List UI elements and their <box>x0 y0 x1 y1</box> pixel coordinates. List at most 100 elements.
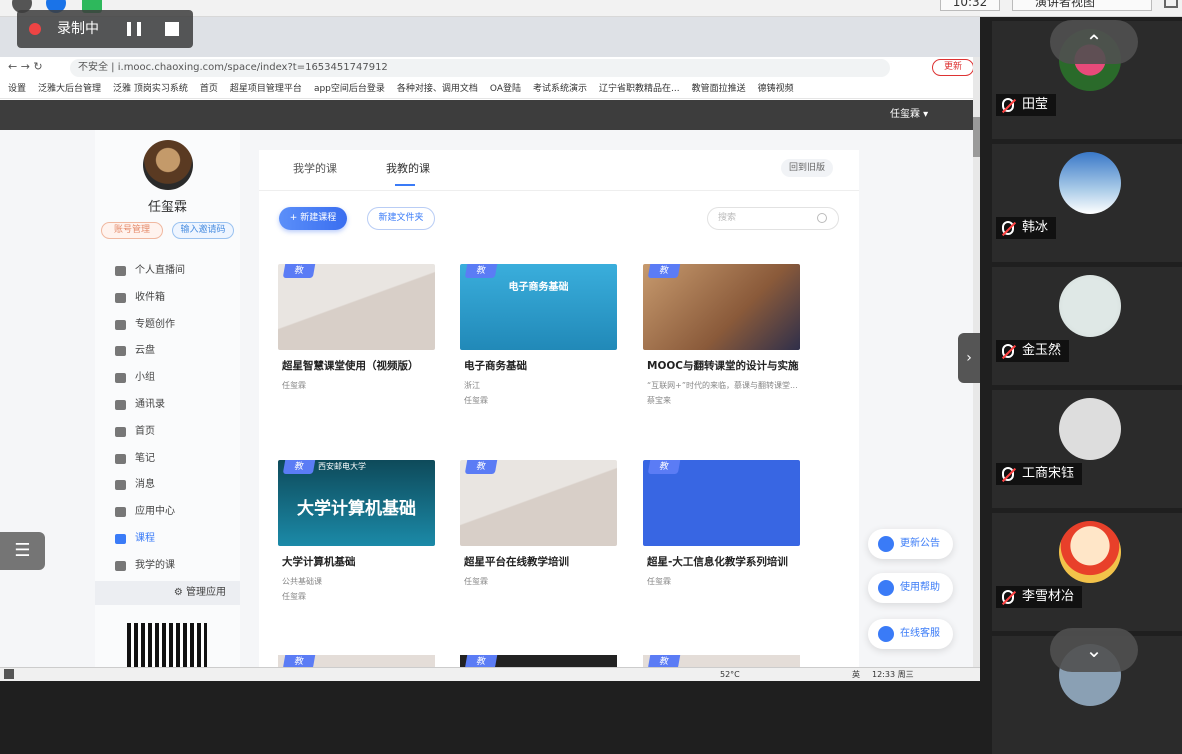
bookmark-item[interactable]: 辽宁省职教精品在... <box>599 84 680 94</box>
bookmark-item[interactable]: 泛雅大后台管理 <box>38 84 101 94</box>
view-mode-button[interactable]: 演讲者视图 <box>1012 0 1152 11</box>
sidebar-item[interactable]: 小组 <box>115 365 235 391</box>
course-title[interactable]: 超星-大工信息化教学系列培训 <box>647 554 807 569</box>
invite-code-button[interactable]: 输入邀请码 <box>172 222 234 239</box>
nav-arrows-icon[interactable]: ← → ↻ <box>8 60 43 73</box>
browser-update-button[interactable]: 更新 <box>932 59 974 76</box>
sidebar-item[interactable]: 消息 <box>115 472 235 498</box>
bookmark-item[interactable]: app空间后台登录 <box>314 84 385 94</box>
windows-start-icon[interactable] <box>4 669 14 679</box>
url-text: i.mooc.chaoxing.com/space/index?t=165345… <box>117 62 388 73</box>
course-card[interactable]: 大学计算机基础 西安邮电大学教大学计算机基础 公共基础课 任玺霖 <box>278 460 435 640</box>
participant-tile[interactable]: 韩冰 <box>992 144 1182 262</box>
bookmark-item[interactable]: 超星项目管理平台 <box>230 84 302 94</box>
course-card[interactable]: 教超星智慧课堂使用（视频版） 任玺霖 <box>278 264 435 444</box>
course-card[interactable]: 教超星-大工信息化教学系列培训 任玺霖 <box>643 460 800 640</box>
pause-icon[interactable] <box>127 22 141 36</box>
course-title[interactable]: 超星智慧课堂使用（视频版） <box>282 358 442 373</box>
menu-list-icon[interactable]: ☰ <box>0 532 45 570</box>
new-folder-button[interactable]: 新建文件夹 <box>367 207 435 230</box>
stop-icon[interactable] <box>165 22 179 36</box>
avatar <box>1059 275 1121 337</box>
course-title[interactable]: 电子商务基础 <box>464 358 624 373</box>
bookmark-item[interactable]: 各种对接、调用文档 <box>397 84 478 94</box>
sidebar-item-label: 通讯录 <box>135 399 165 410</box>
recording-label: 录制中 <box>57 21 99 37</box>
sidebar-item[interactable]: 我学的课 <box>115 553 235 579</box>
chevron-down-icon[interactable]: ⌄ <box>1050 628 1138 672</box>
url-field[interactable]: 不安全 | i.mooc.chaoxing.com/space/index?t=… <box>70 59 890 77</box>
course-thumbnail[interactable]: 教 <box>278 655 435 667</box>
online-service-button[interactable]: 在线客服 <box>868 619 953 649</box>
old-version-button[interactable]: 回到旧版 <box>781 159 833 177</box>
sidebar-item[interactable]: 专题创作 <box>115 312 235 338</box>
weather-temp: 52°C <box>720 670 740 679</box>
page-body: 任玺霖 账号管理 输入邀请码 个人直播间 收件箱 专题创作 云盘 小组 通讯录 首页 笔记 消息… <box>0 130 974 667</box>
participant-tile[interactable]: 李雪材冶 <box>992 513 1182 631</box>
bookmark-item[interactable]: 设置 <box>8 84 26 94</box>
sidebar-item[interactable]: 笔记 <box>115 446 235 472</box>
new-course-button[interactable]: + 新建课程 <box>279 207 347 230</box>
sidebar-item[interactable]: 收件箱 <box>115 285 235 311</box>
address-bar: ← → ↻ 不安全 | i.mooc.chaoxing.com/space/in… <box>0 57 980 79</box>
participant-name: 工商宋钰 <box>996 463 1083 485</box>
course-thumbnail[interactable]: 教 <box>460 655 617 667</box>
search-icon[interactable] <box>817 213 827 223</box>
meeting-time: 10:32 <box>940 0 1000 11</box>
tab-learning-courses[interactable]: 我学的课 <box>293 160 337 178</box>
recording-indicator: 录制中 <box>17 10 193 48</box>
account-manage-button[interactable]: 账号管理 <box>101 222 163 239</box>
tab-active-indicator <box>395 184 415 186</box>
course-card[interactable]: 教 MOOC与翻转课堂的设计与实施 “互联网+”时代的来临，慕课与翻转课堂... 蔡宝… <box>643 264 800 444</box>
speaker-icon <box>878 536 894 552</box>
nav-item-icon <box>115 266 126 276</box>
course-thumbnail[interactable]: 教 <box>643 655 800 667</box>
course-card[interactable]: 电子商务基础教电子商务基础 浙江 任玺霖 <box>460 264 617 444</box>
ime-indicator[interactable]: 英 <box>852 668 860 681</box>
sidebar-item-label: 消息 <box>135 479 155 491</box>
user-menu[interactable]: 任玺霖 ▾ <box>890 106 928 124</box>
sidebar-item[interactable]: 课程 <box>115 526 235 552</box>
sidebar-item-label: 收件箱 <box>135 291 165 303</box>
participant-tile[interactable]: 金玉然 <box>992 267 1182 385</box>
manage-apps-button[interactable]: ⚙ 管理应用 <box>95 581 240 605</box>
nav-item-icon <box>115 319 126 330</box>
chevron-up-icon[interactable]: ⌃ <box>1050 20 1138 64</box>
fullscreen-icon[interactable] <box>1164 0 1178 8</box>
tab-divider <box>259 190 859 191</box>
sidebar-item-label: 应用中心 <box>135 506 175 518</box>
chevron-right-icon[interactable]: › <box>958 333 980 383</box>
bookmark-item[interactable]: 首页 <box>200 84 218 94</box>
course-teacher: 蔡宝来 <box>647 396 671 405</box>
bookmark-item[interactable]: 考试系统演示 <box>533 84 587 94</box>
bookmark-item[interactable]: OA登陆 <box>490 84 521 94</box>
bookmark-item[interactable]: 德铸视频 <box>758 84 794 94</box>
participant-tile[interactable]: 工商宋钰 <box>992 390 1182 508</box>
sidebar-item[interactable]: 云盘 <box>115 338 235 364</box>
main-panel: 我学的课 我教的课 回到旧版 + 新建课程 新建文件夹 搜索 教超星智慧课堂使用… <box>259 150 859 667</box>
sidebar-item[interactable]: 通讯录 <box>115 392 235 418</box>
sidebar-item[interactable]: 首页 <box>115 419 235 445</box>
avatar[interactable] <box>143 140 193 190</box>
left-sidebar: 任玺霖 账号管理 输入邀请码 个人直播间 收件箱 专题创作 云盘 小组 通讯录 首页 笔记 消息… <box>95 130 240 667</box>
course-title[interactable]: MOOC与翻转课堂的设计与实施 <box>647 358 807 373</box>
bookmark-item[interactable]: 教管面拉推送 <box>692 84 746 94</box>
nav-item-icon <box>115 507 126 518</box>
teacher-badge: 教 <box>282 460 316 474</box>
avatar <box>1059 398 1121 460</box>
course-title[interactable]: 大学计算机基础 <box>282 554 442 569</box>
course-card[interactable]: 教超星平台在线教学培训 任玺霖 <box>460 460 617 640</box>
tab-teaching-courses[interactable]: 我教的课 <box>386 160 430 178</box>
nav-item-icon <box>115 292 126 303</box>
sidebar-item[interactable]: 个人直播间 <box>115 258 235 284</box>
course-title[interactable]: 超星平台在线教学培训 <box>464 554 624 569</box>
scrollbar-thumb[interactable] <box>973 117 980 157</box>
bookmark-item[interactable]: 泛雅 顶岗实习系统 <box>113 84 188 94</box>
update-notice-button[interactable]: 更新公告 <box>868 529 953 559</box>
nav-item-icon <box>115 560 126 571</box>
course-info: 公共基础课 <box>282 577 322 586</box>
help-button[interactable]: 使用帮助 <box>868 573 953 603</box>
sidebar-item-label: 云盘 <box>135 345 155 357</box>
sidebar-item[interactable]: 应用中心 <box>115 499 235 525</box>
sidebar-item-label: 首页 <box>135 425 155 437</box>
